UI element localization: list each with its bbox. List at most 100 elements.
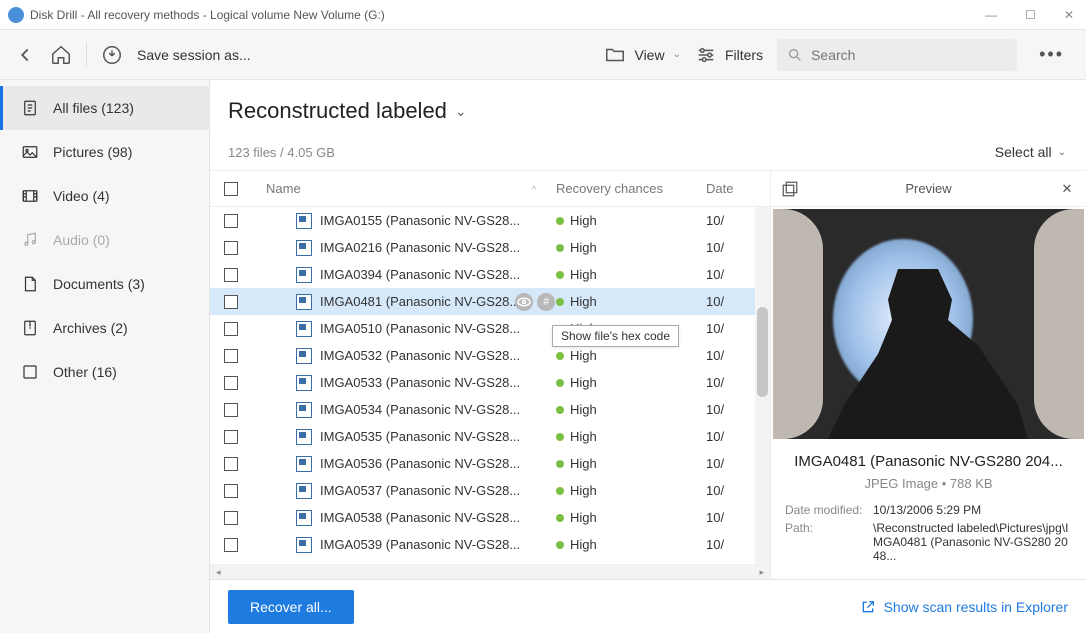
sidebar-item-label: Audio (0) [53,232,110,248]
date-cell: 10/ [706,537,756,552]
preview-header: Preview ✕ [771,171,1086,207]
row-checkbox[interactable] [224,511,238,525]
date-cell: 10/ [706,429,756,444]
preview-metadata: IMGA0481 (Panasonic NV-GS280 204... JPEG… [771,441,1086,579]
sidebar-item-archives[interactable]: Archives (2) [0,306,209,350]
filters-label: Filters [725,47,763,63]
horizontal-scrollbar[interactable]: ◂ ▸ [210,564,770,579]
row-checkbox[interactable] [224,295,238,309]
section-title-dropdown[interactable]: Reconstructed labeled ⌄ [228,98,467,124]
popout-icon[interactable] [781,180,799,198]
show-in-explorer-link[interactable]: Show scan results in Explorer [860,599,1068,615]
file-icon [296,213,312,229]
table-row[interactable]: IMGA0537 (Panasonic NV-GS28...High10/ [210,477,770,504]
table-row[interactable]: IMGA0394 (Panasonic NV-GS28... High10/ [210,261,770,288]
date-cell: 10/ [706,294,756,309]
row-checkbox[interactable] [224,484,238,498]
row-checkbox[interactable] [224,349,238,363]
window-title: Disk Drill - All recovery methods - Logi… [30,8,385,22]
filters-button[interactable]: Filters [695,44,763,66]
close-button[interactable]: ✕ [1060,8,1078,22]
center-pane: Reconstructed labeled ⌄ 123 files / 4.05… [210,80,1086,633]
row-checkbox[interactable] [224,241,238,255]
table-row[interactable]: IMGA0155 (Panasonic NV-GS28...High10/ [210,207,770,234]
center-header: Reconstructed labeled ⌄ 123 files / 4.05… [210,80,1086,170]
filters-icon [695,44,717,66]
table-row[interactable]: IMGA0535 (Panasonic NV-GS28...High10/ [210,423,770,450]
sidebar-item-all-files[interactable]: All files (123) [0,86,209,130]
preview-pane: Preview ✕ IMGA0481 (Panasonic NV-GS280 2… [770,171,1086,579]
view-dropdown[interactable]: View ⌄ [604,44,680,66]
file-icon [296,510,312,526]
recovery-cell: High [556,375,706,390]
row-checkbox[interactable] [224,268,238,282]
status-dot-icon [556,271,564,279]
row-checkbox[interactable] [224,403,238,417]
scroll-right-icon[interactable]: ▸ [759,567,764,578]
sidebar-item-audio[interactable]: Audio (0) [0,218,209,262]
table-row[interactable]: IMGA0536 (Panasonic NV-GS28...High10/ [210,450,770,477]
row-checkbox[interactable] [224,457,238,471]
save-session-icon[interactable] [101,44,123,66]
other-icon [21,363,39,381]
recovery-cell: High [556,267,706,282]
table-row[interactable]: IMGA0216 (Panasonic NV-GS28...High10/ [210,234,770,261]
search-box[interactable] [777,39,1017,71]
section-subtitle: 123 files / 4.05 GB [228,145,335,160]
sidebar-item-pictures[interactable]: Pictures (98) [0,130,209,174]
minimize-button[interactable]: — [981,8,1001,22]
recovery-cell: High [556,483,706,498]
file-name: IMGA0534 (Panasonic NV-GS28... [320,402,520,417]
table-row[interactable]: IMGA0539 (Panasonic NV-GS28...High10/ [210,531,770,558]
table-row[interactable]: IMGA0534 (Panasonic NV-GS28...High10/ [210,396,770,423]
scrollbar-thumb[interactable] [757,307,768,397]
date-cell: 10/ [706,267,756,282]
back-button[interactable] [14,44,36,66]
file-name: IMGA0537 (Panasonic NV-GS28... [320,483,520,498]
recover-all-button[interactable]: Recover all... [228,590,354,624]
show-in-explorer-label: Show scan results in Explorer [884,599,1068,615]
status-dot-icon [556,487,564,495]
tooltip-hex-code: Show file's hex code [552,325,679,347]
home-button[interactable] [50,44,72,66]
date-cell: 10/ [706,348,756,363]
column-header-name[interactable]: Name ^ [258,181,556,196]
more-button[interactable]: ••• [1031,44,1072,65]
hex-icon[interactable]: # [537,293,555,311]
preview-path-value: \Reconstructed labeled\Pictures\jpg\IMGA… [873,521,1072,563]
search-icon [787,47,803,63]
recovery-cell: High [556,402,706,417]
column-header-date[interactable]: Date [706,181,756,196]
preview-path-label: Path: [785,521,873,563]
row-checkbox[interactable] [224,430,238,444]
sidebar-item-documents[interactable]: Documents (3) [0,262,209,306]
column-header-recovery[interactable]: Recovery chances [556,181,706,196]
maximize-button[interactable]: ☐ [1021,8,1040,22]
row-checkbox[interactable] [224,538,238,552]
file-icon [296,402,312,418]
table-row[interactable]: IMGA0532 (Panasonic NV-GS28...High10/ [210,342,770,369]
sidebar-item-other[interactable]: Other (16) [0,350,209,394]
sidebar-item-video[interactable]: Video (4) [0,174,209,218]
all-files-icon [21,99,39,117]
close-preview-button[interactable]: ✕ [1058,180,1076,198]
table-row[interactable]: IMGA0510 (Panasonic NV-GS28...High10/ [210,315,770,342]
file-name: IMGA0536 (Panasonic NV-GS28... [320,456,520,471]
table-row[interactable]: IMGA0533 (Panasonic NV-GS28...High10/ [210,369,770,396]
table-row[interactable]: IMGA0481 (Panasonic NV-GS28...High10/# [210,288,770,315]
preview-eye-icon[interactable] [515,293,533,311]
vertical-scrollbar[interactable] [755,207,770,564]
row-checkbox[interactable] [224,322,238,336]
table-row[interactable]: IMGA0538 (Panasonic NV-GS28...High10/ [210,504,770,531]
select-all-button[interactable]: Select all ⌄ [995,144,1066,160]
header-checkbox[interactable] [224,182,238,196]
row-checkbox[interactable] [224,376,238,390]
search-input[interactable] [811,47,1007,63]
scroll-left-icon[interactable]: ◂ [216,567,221,578]
file-name: IMGA0533 (Panasonic NV-GS28... [320,375,520,390]
file-name: IMGA0394 (Panasonic NV-GS28... [320,267,520,282]
row-checkbox[interactable] [224,214,238,228]
file-icon [296,321,312,337]
video-icon [21,187,39,205]
save-session-button[interactable]: Save session as... [137,47,251,63]
